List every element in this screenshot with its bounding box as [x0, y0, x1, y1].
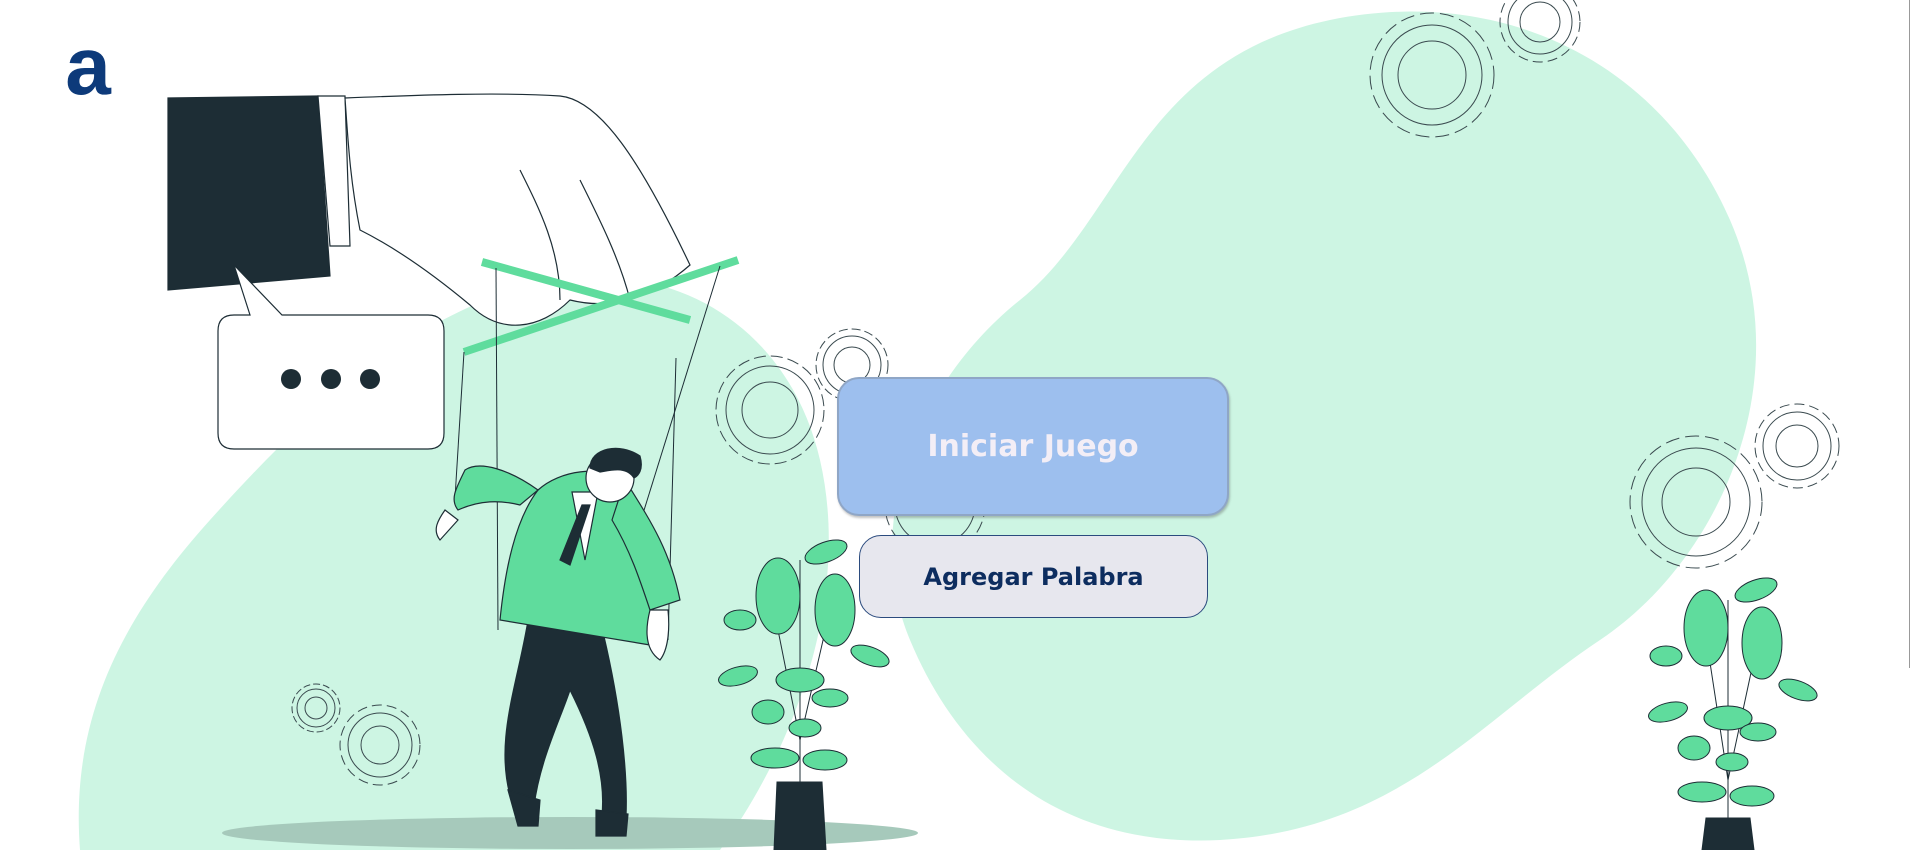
start-game-button[interactable]: Iniciar Juego	[837, 377, 1229, 516]
scrollbar-edge	[1909, 0, 1910, 668]
app-logo: a	[65, 30, 112, 102]
gear-icon	[1754, 403, 1840, 489]
main-screen: a Iniciar Juego Agregar Palabra	[0, 0, 1913, 850]
add-word-button[interactable]: Agregar Palabra	[859, 535, 1208, 618]
background-blob-left	[78, 277, 829, 850]
logo-letter: a	[65, 30, 112, 102]
potted-plant-icon	[1648, 577, 1818, 850]
ellipsis-speech-bubble-icon	[217, 264, 445, 450]
